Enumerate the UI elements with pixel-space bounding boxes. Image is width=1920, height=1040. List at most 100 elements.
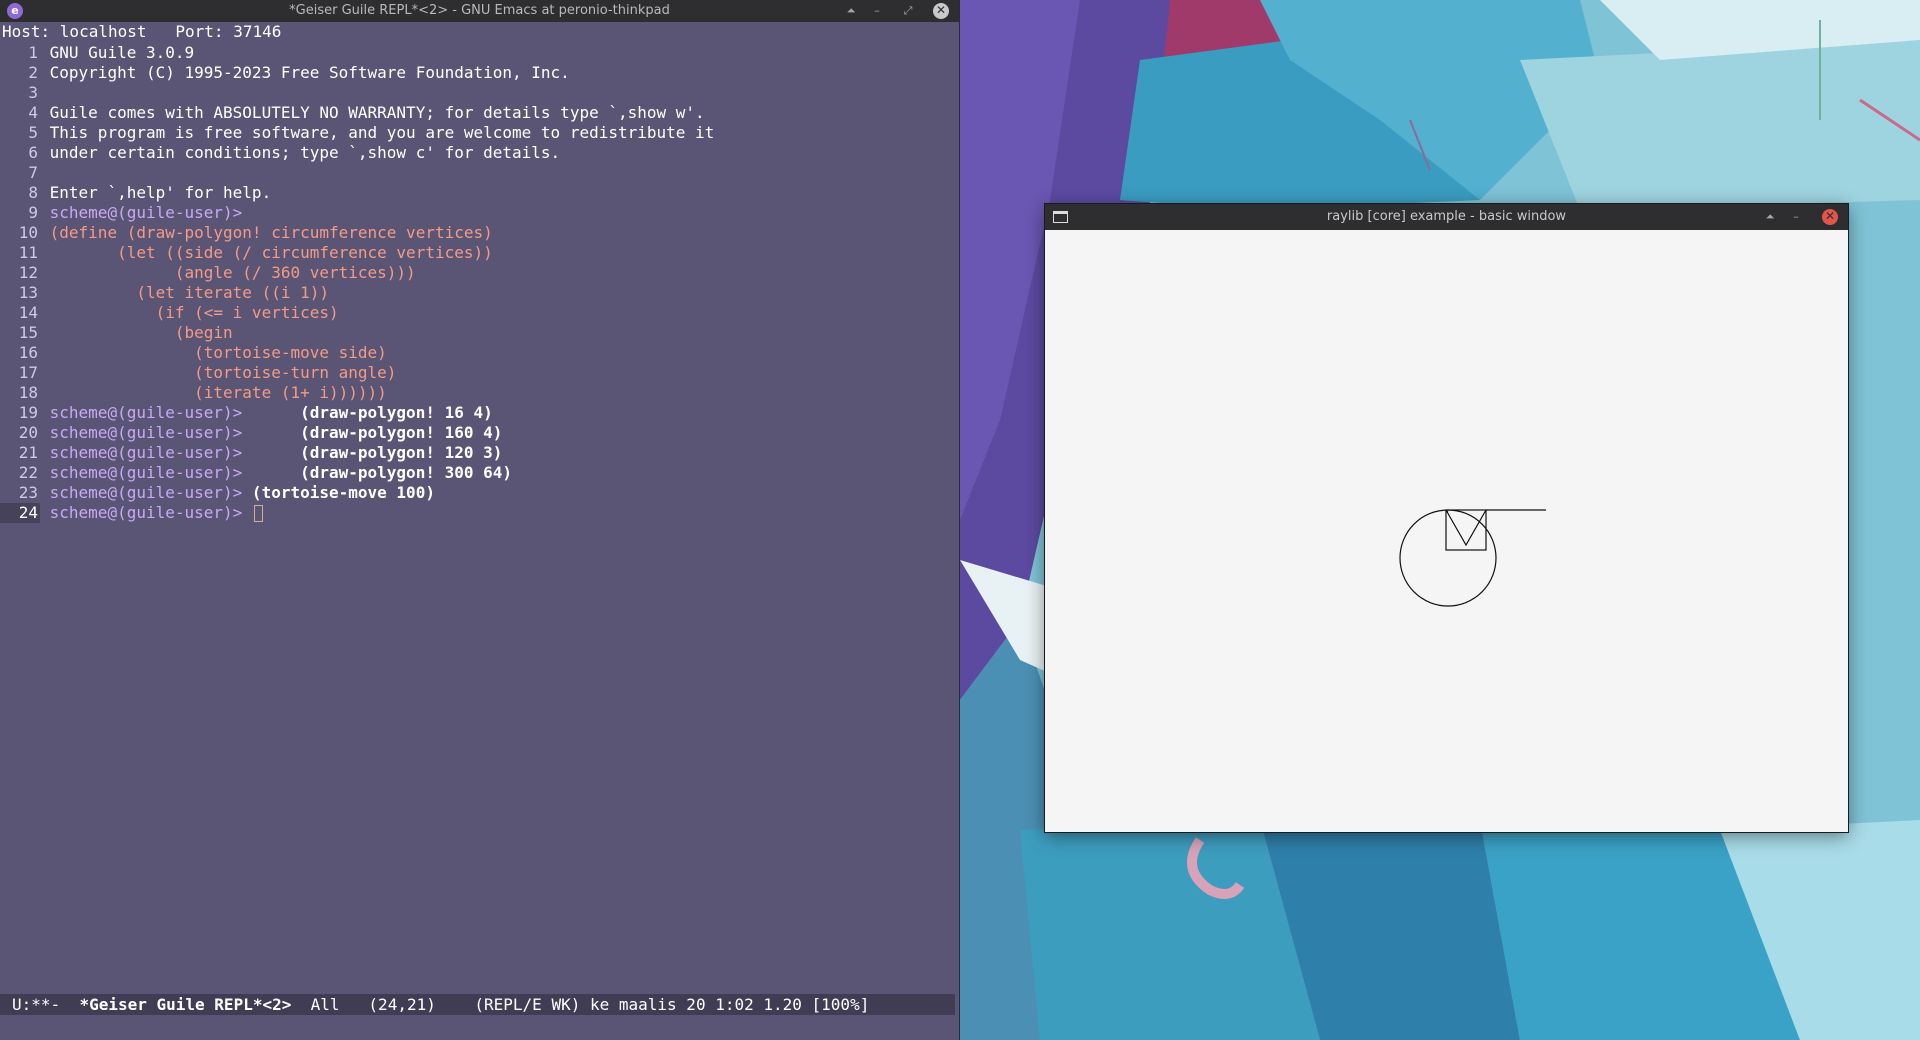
repl-input: (draw-polygon! 300 64) bbox=[242, 463, 513, 482]
emacs-window[interactable]: e *Geiser Guile REPL*<2> - GNU Emacs at … bbox=[0, 0, 960, 1040]
buffer-line[interactable]: 24 scheme@(guile-user)> bbox=[0, 503, 955, 523]
raylib-titlebar[interactable]: raylib [core] example - basic window ⏶ –… bbox=[1045, 204, 1848, 230]
line-number: 2 bbox=[28, 63, 38, 82]
buffer-line[interactable]: 2 Copyright (C) 1995-2023 Free Software … bbox=[0, 63, 955, 83]
turtle-circle bbox=[1399, 509, 1497, 607]
repl-input: (draw-polygon! 120 3) bbox=[242, 443, 503, 462]
repl-output: under certain conditions; type `,show c'… bbox=[49, 143, 561, 162]
modeline-status: U:**- bbox=[12, 995, 80, 1014]
line-number: 1 bbox=[28, 43, 38, 62]
buffer-line[interactable]: 7 bbox=[0, 163, 955, 183]
buffer-line[interactable]: 20 scheme@(guile-user)> (draw-polygon! 1… bbox=[0, 423, 955, 443]
scheme-code: (tortoise-turn angle) bbox=[49, 363, 397, 382]
buffer-line[interactable]: 6 under certain conditions; type `,show … bbox=[0, 143, 955, 163]
scheme-code: (iterate (1+ i)))))) bbox=[49, 383, 387, 402]
line-number: 15 bbox=[18, 323, 38, 342]
buffer-line[interactable]: 19 scheme@(guile-user)> (draw-polygon! 1… bbox=[0, 403, 955, 423]
buffer-line[interactable]: 17 (tortoise-turn angle) bbox=[0, 363, 955, 383]
buffer-line[interactable]: 22 scheme@(guile-user)> (draw-polygon! 3… bbox=[0, 463, 955, 483]
repl-output: Copyright (C) 1995-2023 Free Software Fo… bbox=[49, 63, 570, 82]
buffer-line[interactable]: 10 (define (draw-polygon! circumference … bbox=[0, 223, 955, 243]
line-number: 8 bbox=[28, 183, 38, 202]
scheme-code: (angle (/ 360 vertices))) bbox=[49, 263, 416, 282]
line-number: 18 bbox=[18, 383, 38, 402]
repl-input: (tortoise-move 100) bbox=[242, 483, 435, 502]
mode-line[interactable]: U:**- *Geiser Guile REPL*<2> All (24,21)… bbox=[0, 994, 955, 1015]
modeline-info: All (24,21) (REPL/E WK) ke maalis 20 1:0… bbox=[291, 995, 870, 1014]
buffer-line[interactable]: 13 (let iterate ((i 1)) bbox=[0, 283, 955, 303]
scheme-code: (tortoise-move side) bbox=[49, 343, 387, 362]
line-number: 6 bbox=[28, 143, 38, 162]
line-number: 16 bbox=[18, 343, 38, 362]
line-number: 19 bbox=[18, 403, 38, 422]
line-number: 21 bbox=[18, 443, 38, 462]
raylib-window[interactable]: raylib [core] example - basic window ⏶ –… bbox=[1045, 204, 1848, 832]
buffer-line[interactable]: 12 (angle (/ 360 vertices))) bbox=[0, 263, 955, 283]
scheme-code: (define (draw-polygon! circumference ver… bbox=[49, 223, 493, 242]
line-number: 24 bbox=[0, 503, 40, 523]
buffer-line[interactable]: 4 Guile comes with ABSOLUTELY NO WARRANT… bbox=[0, 103, 955, 123]
raylib-keep-above-button[interactable]: ⏶ bbox=[1762, 209, 1778, 225]
emacs-window-title: *Geiser Guile REPL*<2> - GNU Emacs at pe… bbox=[289, 3, 670, 18]
buffer-line[interactable]: 5 This program is free software, and you… bbox=[0, 123, 955, 143]
turtle-triangle bbox=[1445, 509, 1487, 547]
raylib-minimize-button[interactable]: – bbox=[1788, 209, 1804, 225]
keep-above-button[interactable]: ⏶ bbox=[843, 3, 859, 19]
line-number: 22 bbox=[18, 463, 38, 482]
modeline-buffer-name[interactable]: *Geiser Guile REPL*<2> bbox=[79, 995, 291, 1014]
buffer-line[interactable]: 3 bbox=[0, 83, 955, 103]
buffer-line[interactable]: 23 scheme@(guile-user)> (tortoise-move 1… bbox=[0, 483, 955, 503]
buffer-line[interactable]: 15 (begin bbox=[0, 323, 955, 343]
line-number: 20 bbox=[18, 423, 38, 442]
line-number: 23 bbox=[18, 483, 38, 502]
repl-output: GNU Guile 3.0.9 bbox=[49, 43, 195, 62]
repl-prompt: scheme@(guile-user)> bbox=[49, 403, 243, 422]
buffer-line[interactable]: 18 (iterate (1+ i)))))) bbox=[0, 383, 955, 403]
buffer-line[interactable]: 14 (if (<= i vertices) bbox=[0, 303, 955, 323]
line-number: 12 bbox=[18, 263, 38, 282]
emacs-titlebar[interactable]: e *Geiser Guile REPL*<2> - GNU Emacs at … bbox=[0, 0, 959, 22]
maximize-button[interactable]: ⤢ bbox=[900, 3, 916, 19]
raylib-canvas[interactable] bbox=[1045, 230, 1848, 832]
repl-prompt: scheme@(guile-user)> bbox=[49, 463, 243, 482]
buffer-line[interactable]: 11 (let ((side (/ circumference vertices… bbox=[0, 243, 955, 263]
line-number: 5 bbox=[28, 123, 38, 142]
repl-buffer[interactable]: 1 GNU Guile 3.0.9 2 Copyright (C) 1995-20… bbox=[0, 43, 955, 523]
line-number: 9 bbox=[28, 203, 38, 222]
line-number: 7 bbox=[28, 163, 38, 182]
buffer-line[interactable]: 21 scheme@(guile-user)> (draw-polygon! 1… bbox=[0, 443, 955, 463]
line-number: 11 bbox=[18, 243, 38, 262]
scheme-code: (begin bbox=[49, 323, 233, 342]
repl-input bbox=[242, 503, 252, 522]
line-number: 4 bbox=[28, 103, 38, 122]
raylib-close-button[interactable]: ✕ bbox=[1822, 209, 1838, 225]
scheme-code: (let ((side (/ circumference vertices)) bbox=[49, 243, 493, 262]
text-cursor bbox=[253, 505, 263, 522]
line-number: 17 bbox=[18, 363, 38, 382]
line-number: 13 bbox=[18, 283, 38, 302]
repl-output: Guile comes with ABSOLUTELY NO WARRANTY;… bbox=[49, 103, 705, 122]
repl-prompt: scheme@(guile-user)> bbox=[49, 203, 243, 222]
repl-prompt: scheme@(guile-user)> bbox=[49, 443, 243, 462]
scheme-code: (let iterate ((i 1)) bbox=[49, 283, 329, 302]
repl-output: This program is free software, and you a… bbox=[49, 123, 715, 142]
repl-prompt: scheme@(guile-user)> bbox=[49, 503, 243, 522]
line-number: 14 bbox=[18, 303, 38, 322]
line-number: 3 bbox=[28, 83, 38, 102]
header-line: Host: localhost Port: 37146 bbox=[2, 22, 282, 41]
repl-input: (draw-polygon! 160 4) bbox=[242, 423, 503, 442]
scheme-code: (if (<= i vertices) bbox=[49, 303, 339, 322]
buffer-line[interactable]: 16 (tortoise-move side) bbox=[0, 343, 955, 363]
repl-prompt: scheme@(guile-user)> bbox=[49, 483, 243, 502]
repl-output: Enter `,help' for help. bbox=[49, 183, 272, 202]
close-button[interactable]: ✕ bbox=[933, 3, 949, 19]
buffer-line[interactable]: 9 scheme@(guile-user)> bbox=[0, 203, 955, 223]
raylib-window-title: raylib [core] example - basic window bbox=[1326, 209, 1567, 224]
minibuffer[interactable] bbox=[0, 1015, 955, 1040]
minimize-button[interactable]: – bbox=[869, 3, 885, 19]
buffer-line[interactable]: 1 GNU Guile 3.0.9 bbox=[0, 43, 955, 63]
line-number: 10 bbox=[18, 223, 38, 242]
repl-prompt: scheme@(guile-user)> bbox=[49, 423, 243, 442]
buffer-line[interactable]: 8 Enter `,help' for help. bbox=[0, 183, 955, 203]
repl-input: (draw-polygon! 16 4) bbox=[242, 403, 493, 422]
